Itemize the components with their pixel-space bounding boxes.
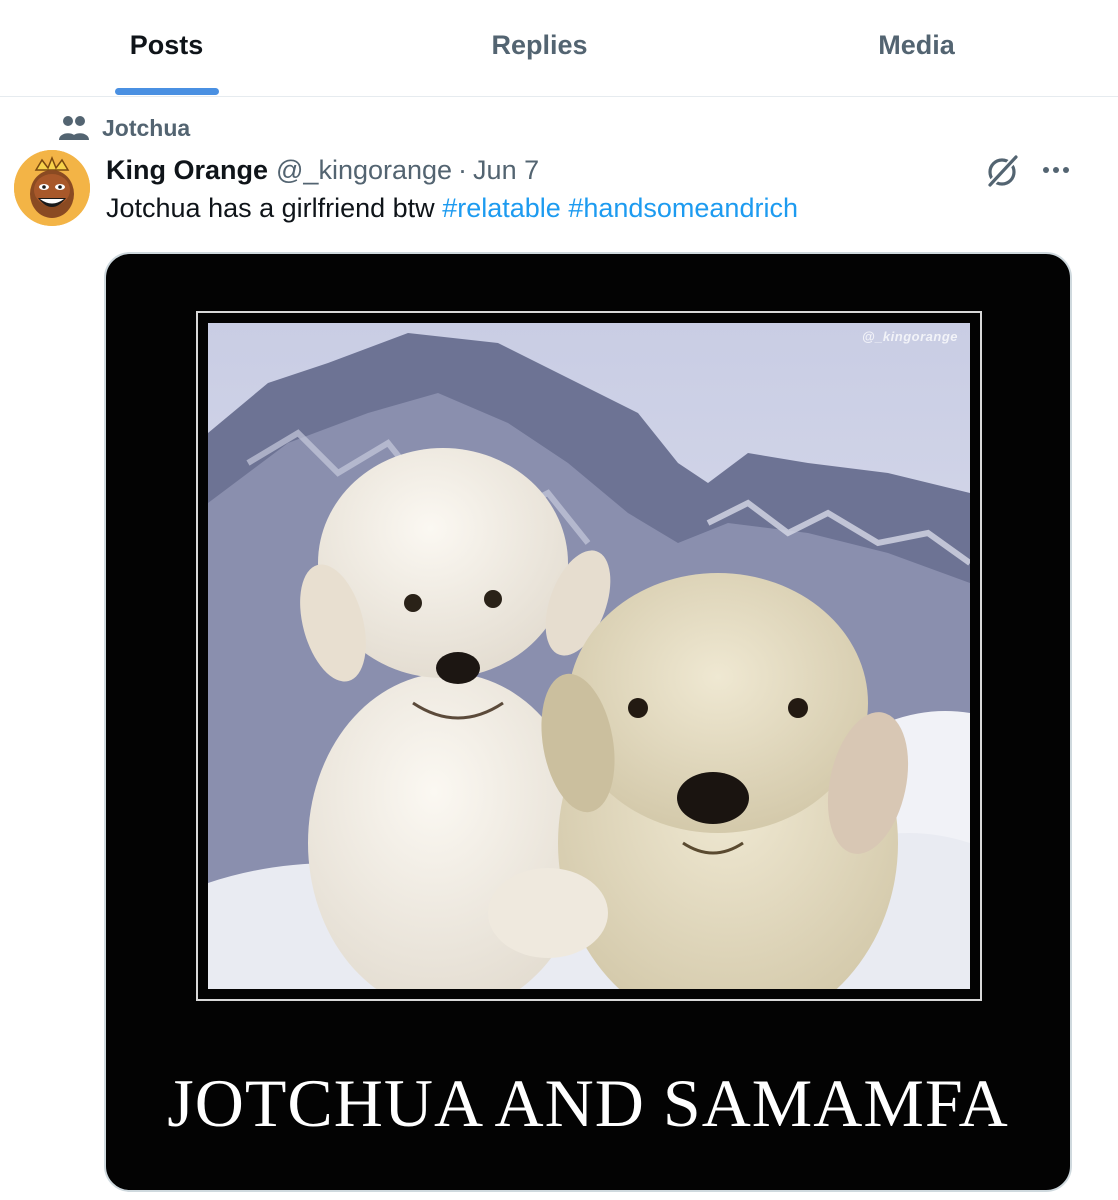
separator-dot: ·: [458, 154, 468, 185]
poster-frame: @_kingorange: [196, 311, 982, 1001]
display-name[interactable]: King Orange: [106, 155, 268, 186]
user-handle[interactable]: @_kingorange: [276, 155, 452, 186]
tab-posts-label: Posts: [129, 30, 204, 60]
post-header: King Orange @_kingorange · Jun 7: [106, 152, 539, 188]
image-watermark: @_kingorange: [862, 329, 958, 344]
tab-posts[interactable]: Posts: [0, 0, 333, 96]
post-date[interactable]: Jun 7: [473, 155, 539, 186]
tab-replies-label: Replies: [491, 30, 588, 60]
hashtag-link[interactable]: #relatable: [442, 193, 561, 223]
social-context[interactable]: Jotchua: [58, 112, 190, 144]
more-options-icon[interactable]: [1038, 156, 1074, 184]
post-body: Jotchua has a girlfriend btw: [106, 193, 435, 223]
post-media[interactable]: @_kingorange JOTCHUA AND SAMAMFA: [104, 252, 1072, 1192]
community-icon: [59, 116, 89, 140]
poster-caption: JOTCHUA AND SAMAMFA: [167, 1065, 1009, 1141]
king-orange-avatar-image: [14, 150, 90, 226]
hashtag-link[interactable]: #handsomeandrich: [568, 193, 798, 223]
avatar[interactable]: [14, 150, 90, 226]
puppies-illustration: [208, 323, 970, 989]
grok-icon[interactable]: [984, 152, 1022, 190]
puppies-photo: @_kingorange: [208, 323, 970, 989]
tab-replies[interactable]: Replies: [373, 0, 706, 96]
community-name: Jotchua: [102, 114, 191, 141]
tab-media[interactable]: Media: [750, 0, 1083, 96]
active-tab-indicator: [115, 88, 219, 95]
post-text: Jotchua has a girlfriend btw #relatable …: [106, 193, 798, 229]
profile-tabs: Posts Replies Media: [0, 0, 1118, 97]
tab-media-label: Media: [878, 30, 955, 60]
